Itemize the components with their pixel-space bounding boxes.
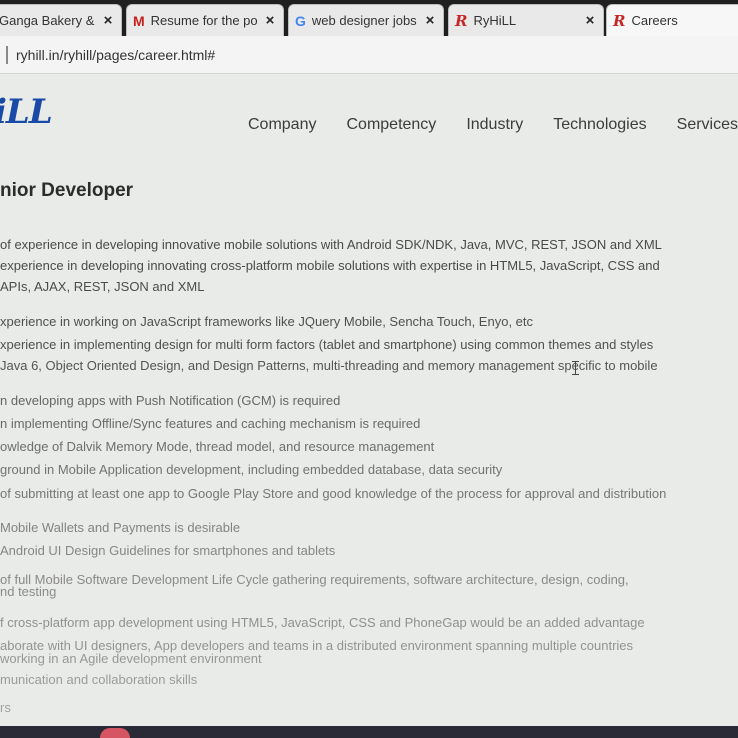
- tab-gmail-resume[interactable]: M Resume for the po ×: [126, 4, 284, 36]
- requirement-item: Android UI Design Guidelines for smartph…: [0, 543, 336, 558]
- gmail-icon: M: [133, 12, 145, 29]
- job-title: nior Developer: [0, 180, 134, 201]
- ryhill-icon: R: [455, 11, 468, 30]
- tab-google-search[interactable]: G web designer jobs ×: [288, 4, 444, 36]
- requirement-item: munication and collaboration skills: [0, 672, 198, 687]
- url-text[interactable]: ryhill.in/ryhill/pages/career.html#: [16, 47, 215, 63]
- requirement-item: of submitting at least one app to Google…: [0, 486, 667, 501]
- main-nav: Company Competency Industry Technologies…: [248, 116, 738, 134]
- tab-title: Careers: [631, 13, 678, 28]
- os-taskbar: [0, 726, 738, 738]
- requirement-item: n implementing Offline/Sync features and…: [0, 416, 421, 431]
- requirement-item: Mobile Wallets and Payments is desirable: [0, 520, 241, 535]
- nav-services[interactable]: Services: [677, 116, 738, 134]
- nav-competency[interactable]: Competency: [346, 116, 436, 134]
- address-bar[interactable]: ryhill.in/ryhill/pages/career.html#: [0, 36, 738, 74]
- requirement-item: Java 6, Object Oriented Design, and Desi…: [0, 358, 658, 373]
- address-bar-divider: [6, 45, 8, 64]
- tab-ryhill[interactable]: R RyHiLL ×: [448, 4, 604, 36]
- tab-title: web designer jobs: [311, 13, 417, 28]
- requirement-item: xperience in implementing design for mul…: [0, 337, 654, 352]
- tab-title: Resume for the po: [150, 13, 257, 28]
- nav-technologies[interactable]: Technologies: [553, 116, 646, 134]
- tab-careers[interactable]: R Careers: [606, 4, 738, 36]
- close-tab-icon[interactable]: ×: [423, 12, 437, 29]
- requirement-item: APIs, AJAX, REST, JSON and XML: [0, 279, 205, 294]
- tab-title: RyHiLL: [473, 13, 517, 28]
- nav-industry[interactable]: Industry: [466, 116, 523, 134]
- taskbar-app-icon[interactable]: [100, 728, 130, 738]
- requirement-item: experience in developing innovating cros…: [0, 258, 660, 273]
- tab-ganga-bakery[interactable]: Ganga Bakery & S ×: [0, 4, 122, 36]
- ryhill-icon: R: [613, 11, 626, 30]
- requirement-item: rs: [0, 700, 11, 715]
- requirement-item: xperience in working on JavaScript frame…: [0, 314, 534, 329]
- close-tab-icon[interactable]: ×: [101, 12, 115, 29]
- text-cursor-icon: [572, 361, 579, 375]
- requirement-item: ground in Mobile Application development…: [0, 462, 503, 477]
- tab-title: Ganga Bakery & S: [0, 13, 95, 28]
- requirement-item: nd testing: [0, 584, 57, 599]
- nav-company[interactable]: Company: [248, 116, 316, 134]
- requirement-item: owledge of Dalvik Memory Mode, thread mo…: [0, 439, 435, 454]
- google-icon: G: [295, 12, 306, 29]
- requirement-item: f cross-platform app development using H…: [0, 615, 645, 630]
- ryhill-logo[interactable]: iLL: [0, 92, 53, 132]
- requirement-item: of experience in developing innovative m…: [0, 237, 662, 252]
- close-tab-icon[interactable]: ×: [263, 12, 277, 29]
- close-tab-icon[interactable]: ×: [583, 12, 597, 29]
- requirement-item: n developing apps with Push Notification…: [0, 393, 341, 408]
- tab-strip: Ganga Bakery & S × M Resume for the po ×…: [0, 0, 738, 36]
- requirement-item: working in an Agile development environm…: [0, 651, 262, 666]
- careers-page: iLL Company Competency Industry Technolo…: [0, 74, 738, 738]
